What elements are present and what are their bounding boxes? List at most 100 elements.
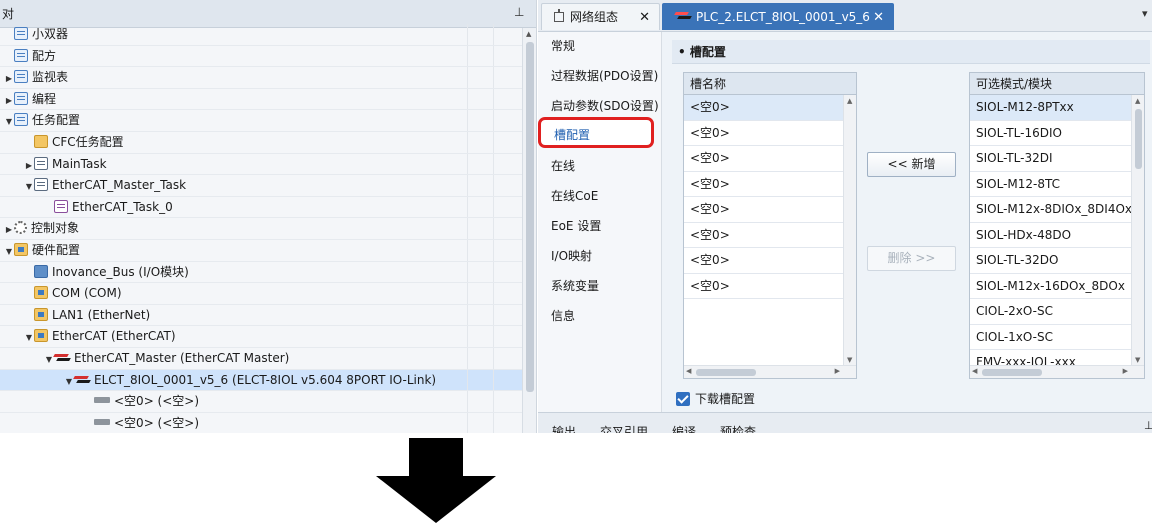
tab-compile[interactable]: 编译 — [672, 423, 696, 433]
module-row[interactable]: CIOL-1xO-SC — [970, 325, 1132, 350]
module-row[interactable]: CIOL-2xO-SC — [970, 299, 1132, 325]
tree-column-guides — [467, 348, 522, 369]
tree-row[interactable]: ▼ 硬件配置 — [0, 240, 522, 262]
tab-cross-reference[interactable]: 交叉引用 — [600, 423, 648, 433]
tree-row[interactable]: ▼ 任务配置 — [0, 110, 522, 132]
scroll-thumb[interactable] — [526, 42, 534, 392]
tree-row[interactable]: ▶ 监视表 — [0, 67, 522, 89]
document-tab-bar: 网络组态 ✕ PLC_2.ELCT_8IOL_0001_v5_6 ✕ ▾ — [538, 0, 1152, 32]
nav-item[interactable]: 系统变量 — [551, 278, 599, 294]
slot-row[interactable]: <空0> — [684, 248, 844, 274]
add-module-button[interactable]: << 新增 — [867, 152, 956, 177]
nav-item[interactable]: 在线CoE — [551, 188, 598, 204]
tree-row-label: Inovance_Bus (I/O模块) — [52, 264, 189, 279]
io-module-icon — [34, 264, 48, 278]
tree-row[interactable]: ▼ EtherCAT (EtherCAT) — [0, 326, 522, 348]
down-arrow-icon — [376, 438, 496, 523]
tree-row[interactable]: ▶ 控制对象 — [0, 218, 522, 240]
nav-item[interactable]: 信息 — [551, 308, 575, 324]
expand-arrow-icon[interactable]: ▶ — [4, 90, 14, 112]
tree-row[interactable]: 配方 — [0, 45, 522, 68]
module-row[interactable]: SIOL-M12x-16DOx_8DOx — [970, 274, 1132, 299]
nav-item[interactable]: 槽配置 — [538, 117, 654, 148]
slot-table-hscroll[interactable]: ◀ ▶ — [684, 365, 856, 378]
scroll-thumb[interactable] — [696, 369, 756, 376]
tree-row-label: 监视表 — [32, 70, 69, 85]
nav-item[interactable]: 启动参数(SDO设置) — [551, 98, 659, 114]
slot-row[interactable]: <空0> — [684, 172, 844, 197]
nav-item[interactable]: EoE 设置 — [551, 218, 601, 234]
tree-row[interactable]: EtherCAT_Task_0 — [0, 196, 522, 219]
nav-item[interactable]: 过程数据(PDO设置) — [551, 68, 658, 84]
tree-row[interactable]: COM (COM) — [0, 283, 522, 305]
scroll-left-icon[interactable]: ◀ — [686, 367, 691, 375]
tree-row[interactable]: 小双器 — [0, 24, 522, 46]
nav-item[interactable]: 在线 — [551, 158, 575, 174]
slot-row[interactable]: <空0> — [684, 274, 844, 299]
collapse-arrow-icon[interactable]: ▼ — [44, 349, 54, 371]
tab-overflow-icon[interactable]: ▾ — [1142, 7, 1148, 20]
tree-row[interactable]: <空0> (<空>) — [0, 391, 522, 413]
remove-module-button[interactable]: 删除 >> — [867, 246, 956, 271]
module-row[interactable]: SIOL-TL-16DIO — [970, 121, 1132, 146]
collapse-arrow-icon[interactable]: ▼ — [4, 241, 14, 263]
module-row[interactable]: SIOL-M12-8TC — [970, 172, 1132, 197]
tree-row-label: EtherCAT_Task_0 — [72, 199, 173, 214]
download-slot-config-option[interactable]: 下载槽配置 — [676, 391, 755, 407]
tree-row[interactable]: ▼ EtherCAT_Master (EtherCAT Master) — [0, 348, 522, 370]
scroll-up-icon[interactable]: ▲ — [847, 97, 852, 105]
tree-row[interactable]: <空0> (<空>) — [0, 412, 522, 433]
scroll-thumb[interactable] — [982, 369, 1042, 376]
close-icon[interactable]: ✕ — [873, 4, 884, 31]
scroll-down-icon[interactable]: ▼ — [1135, 356, 1140, 364]
tree-row[interactable]: ▶ MainTask — [0, 153, 522, 177]
module-table-vscroll[interactable]: ▲ ▼ — [1131, 95, 1144, 366]
slot-row[interactable]: <空0> — [684, 95, 844, 121]
scroll-right-icon[interactable]: ▶ — [835, 367, 840, 375]
collapse-arrow-icon[interactable]: ▼ — [64, 371, 74, 393]
scroll-thumb[interactable] — [1135, 109, 1142, 169]
collapse-arrow-icon[interactable]: ▼ — [24, 176, 34, 198]
collapse-arrow-icon[interactable]: ▼ — [4, 111, 14, 133]
expand-arrow-icon[interactable]: ▶ — [4, 68, 14, 90]
module-row[interactable]: SIOL-TL-32DO — [970, 248, 1132, 274]
tree-row[interactable]: ▼ ELCT_8IOL_0001_v5_6 (ELCT-8IOL v5.604 8… — [0, 369, 522, 393]
slot-row[interactable]: <空0> — [684, 197, 844, 223]
nav-item[interactable]: I/O映射 — [551, 248, 592, 264]
slot-table-vscroll[interactable]: ▲ ▼ — [843, 95, 856, 366]
tree-row[interactable]: ▶ 编程 — [0, 88, 522, 112]
slot-row[interactable]: <空0> — [684, 121, 844, 146]
pin-icon[interactable]: ⊥ — [1144, 419, 1152, 432]
tree-row[interactable]: Inovance_Bus (I/O模块) — [0, 261, 522, 284]
tab-output[interactable]: 输出 — [552, 423, 576, 433]
module-row[interactable]: SIOL-M12x-8DIOx_8DI4Ox — [970, 197, 1132, 223]
tree-scrollbar[interactable]: ▲ — [522, 28, 536, 433]
expand-arrow-icon[interactable]: ▶ — [24, 155, 34, 177]
tree-row-label: <空0> (<空>) — [114, 394, 200, 409]
tab-network-config[interactable]: 网络组态 ✕ — [541, 3, 660, 30]
download-checkbox[interactable] — [676, 392, 690, 406]
pin-icon[interactable]: ⊥ — [514, 5, 524, 19]
scroll-right-icon[interactable]: ▶ — [1123, 367, 1128, 375]
nav-item[interactable]: 常规 — [551, 38, 575, 54]
module-row[interactable]: SIOL-TL-32DI — [970, 146, 1132, 172]
collapse-arrow-icon[interactable]: ▼ — [24, 327, 34, 349]
scroll-down-icon[interactable]: ▼ — [847, 356, 852, 364]
tree-row[interactable]: CFC任务配置 — [0, 132, 522, 154]
module-icon — [14, 113, 28, 127]
scroll-left-icon[interactable]: ◀ — [972, 367, 977, 375]
tab-precheck[interactable]: 预检查 — [720, 423, 756, 433]
close-icon[interactable]: ✕ — [639, 4, 650, 31]
module-row[interactable]: SIOL-M12-8PTxx — [970, 95, 1132, 121]
slot-row[interactable]: <空0> — [684, 146, 844, 172]
slot-row[interactable]: <空0> — [684, 223, 844, 248]
tab-plc-device[interactable]: PLC_2.ELCT_8IOL_0001_v5_6 ✕ — [662, 3, 894, 30]
scroll-up-icon[interactable]: ▲ — [526, 30, 531, 38]
expand-arrow-icon[interactable]: ▶ — [4, 219, 14, 241]
module-row[interactable]: SIOL-HDx-48DO — [970, 223, 1132, 248]
tree-row[interactable]: ▼ EtherCAT_Master_Task — [0, 175, 522, 197]
tree-column-guides — [467, 240, 522, 261]
tree-row[interactable]: LAN1 (EtherNet) — [0, 304, 522, 327]
scroll-up-icon[interactable]: ▲ — [1135, 97, 1140, 105]
module-table-hscroll[interactable]: ◀ ▶ — [970, 365, 1144, 378]
